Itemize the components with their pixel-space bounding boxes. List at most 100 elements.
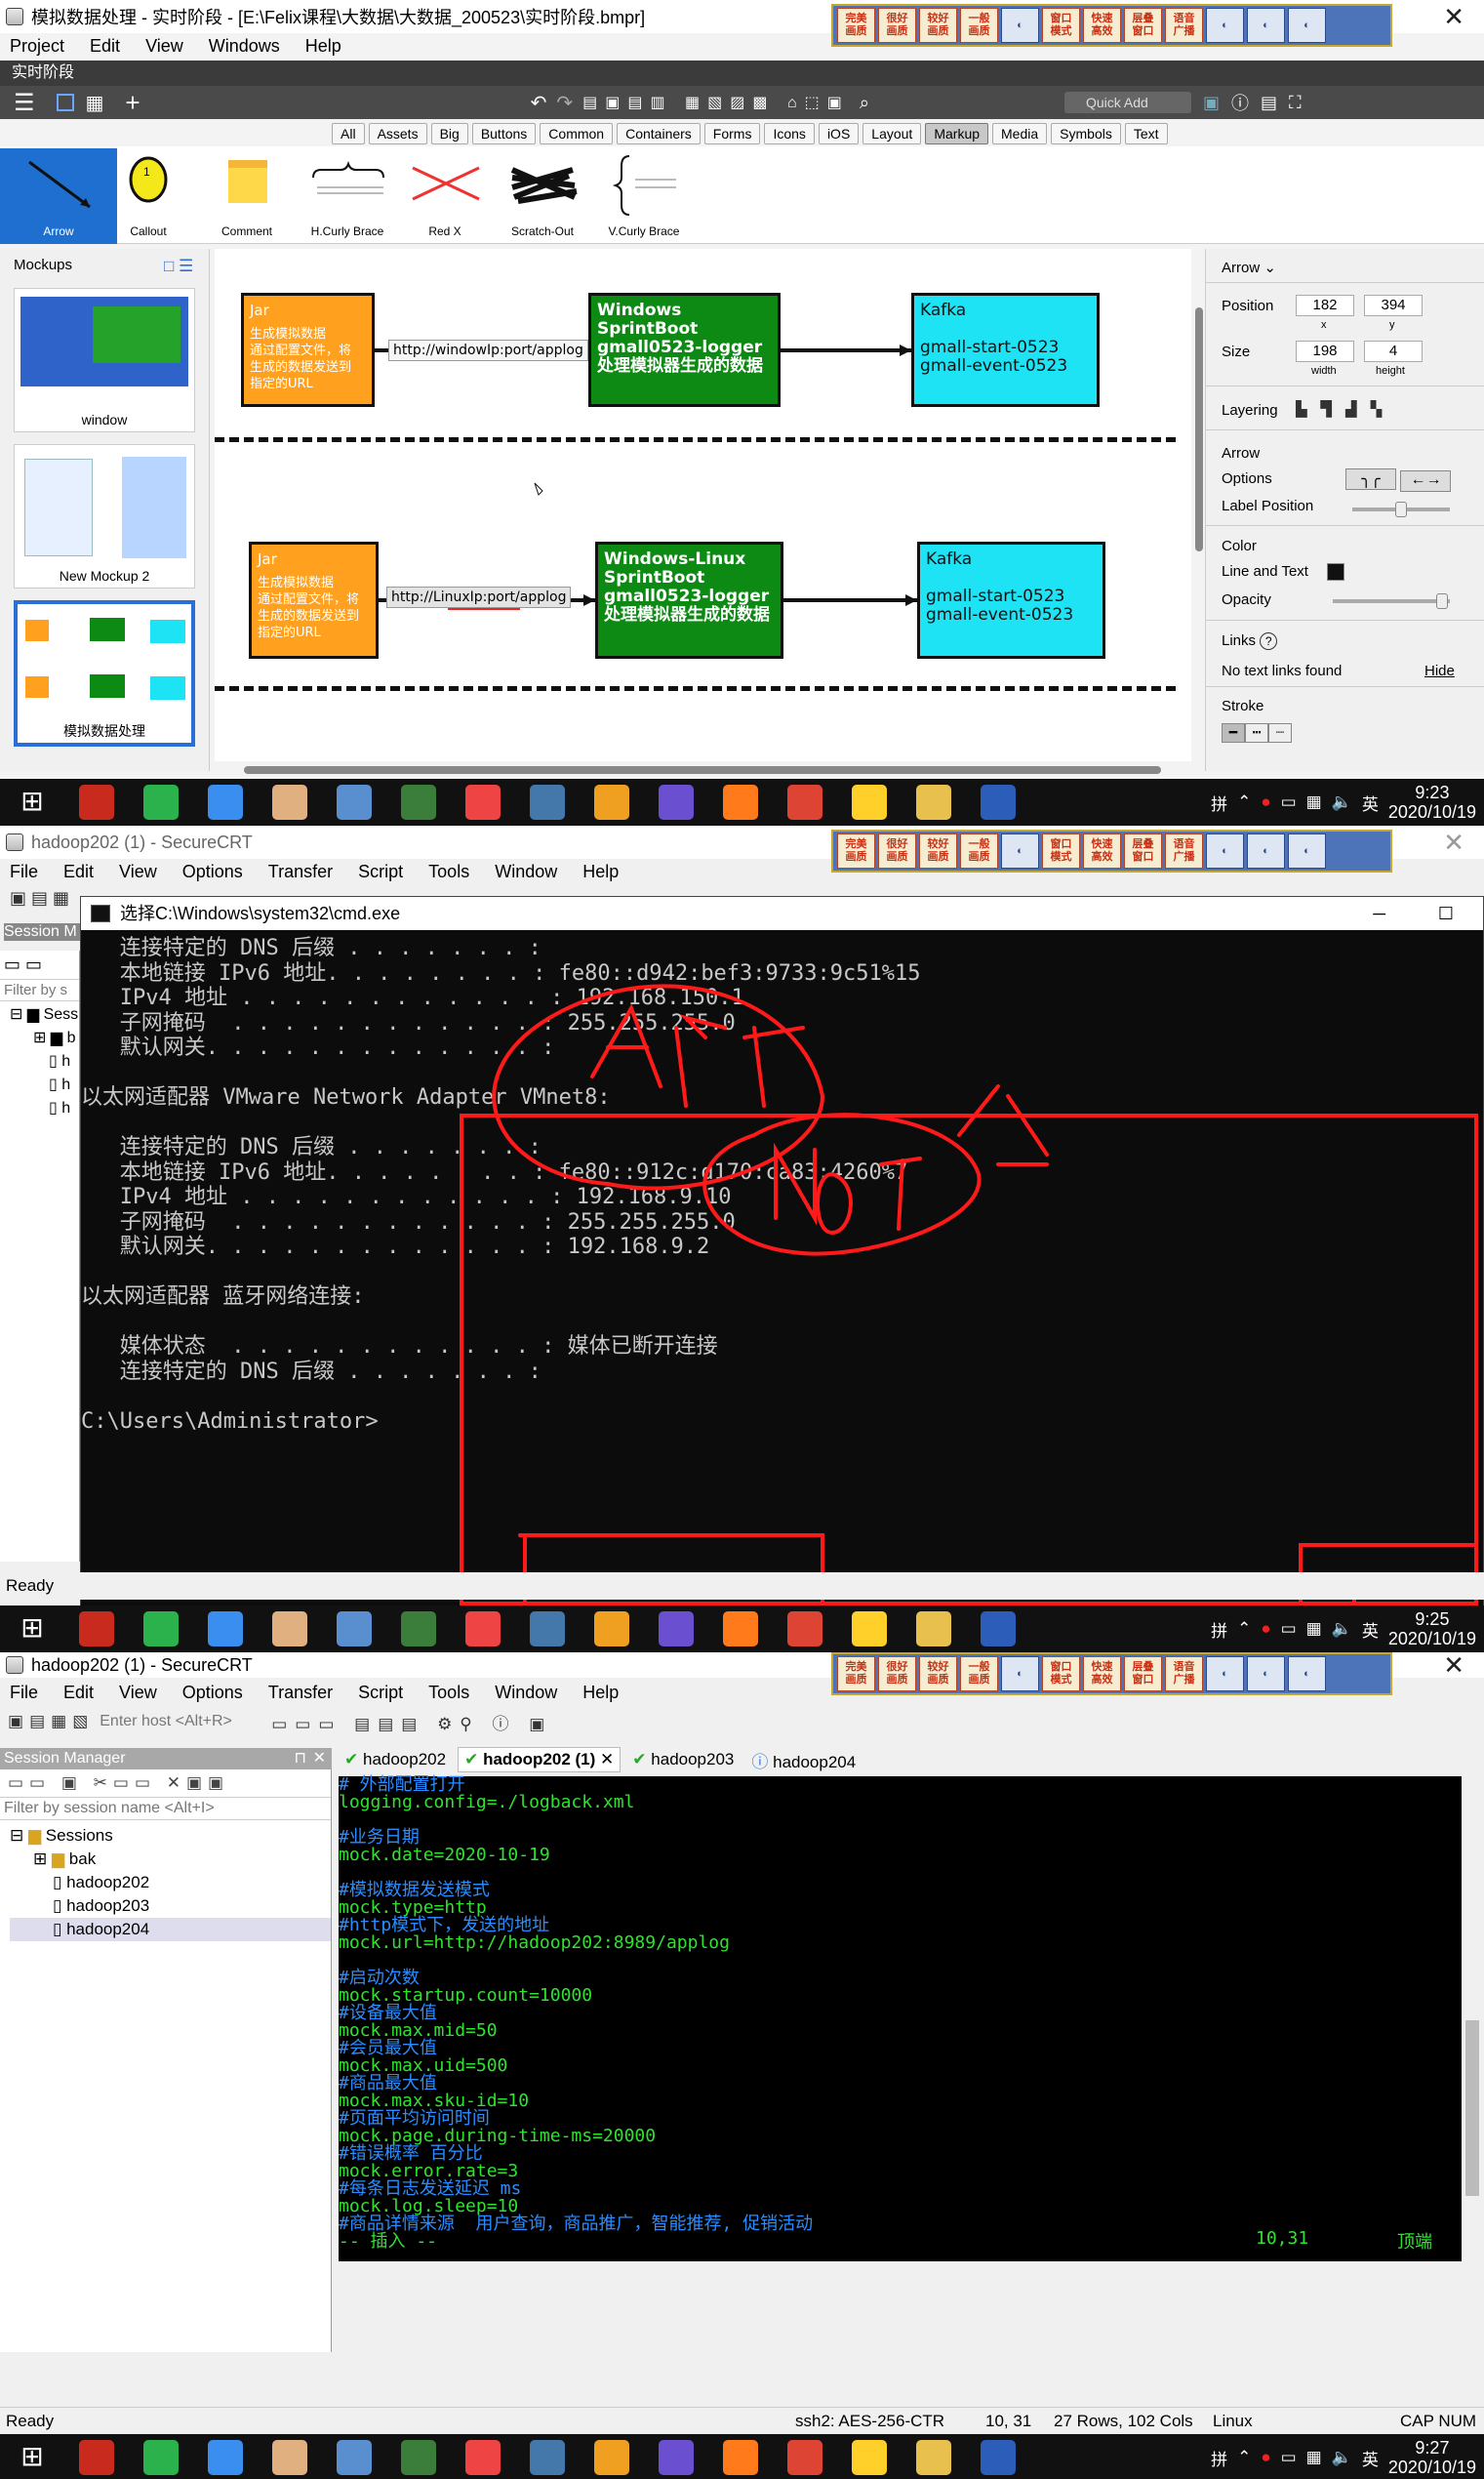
filter-tab[interactable]: Media [992,123,1048,144]
line-color-swatch[interactable] [1327,563,1344,581]
stroke-buttons[interactable]: ━ ┅ ┈ [1222,723,1292,743]
session-filter[interactable]: Filter by s [0,979,79,1001]
ime-lang-icon[interactable]: 拼 [1211,2446,1227,2470]
library-v-curly-brace[interactable]: V.Curly Brace [585,148,702,244]
tree-root[interactable]: ⊟ ▆ Sessions [10,1824,331,1848]
opacity-slider[interactable] [1333,593,1450,609]
baidu-netdisk-icon[interactable] [208,785,243,820]
menu-script[interactable]: Script [358,1683,403,1703]
network-icon[interactable]: ▦ [1306,1619,1322,1639]
filter-tab[interactable]: Symbols [1051,123,1121,144]
tree-item[interactable]: ▯ h [10,1097,79,1120]
minimize-icon[interactable]: ─ [1373,897,1385,930]
face-icon[interactable] [852,785,887,820]
windows-start-icon[interactable]: ⊞ [15,1611,50,1646]
tree-item-hadoop202[interactable]: ▯ hadoop202 [10,1871,331,1894]
screen-icon[interactable] [337,785,372,820]
quick-connect-icon[interactable]: ▤ [29,1712,45,1731]
idea-icon[interactable] [659,785,694,820]
tree-item[interactable]: ▯ h [10,1074,79,1097]
face-icon[interactable] [852,1611,887,1646]
close-icon[interactable]: ✕ [1443,1652,1464,1681]
filter-tab[interactable]: Forms [703,123,761,144]
label-position-slider[interactable] [1352,502,1450,517]
tree-item[interactable]: ▯ h [10,1050,79,1074]
maximize-icon[interactable]: ☐ [1438,897,1454,930]
close-icon[interactable]: ✕ [1443,828,1464,858]
green-icon[interactable] [401,2440,436,2475]
menu-transfer[interactable]: Transfer [268,862,333,882]
clock[interactable]: 9:25 2020/10/19 [1388,1609,1476,1648]
linux-server-box[interactable]: Windows-Linux SprintBoot gmall0523-logge… [595,542,783,659]
filter-tab[interactable]: All [332,123,365,144]
capture-icon[interactable] [530,1611,565,1646]
library-comment[interactable]: Comment [188,148,305,244]
redo-icon[interactable]: ↷ [556,91,573,115]
add-icon[interactable]: + [125,88,140,118]
avatar-icon[interactable] [272,1611,307,1646]
filter-tab[interactable]: Big [430,123,468,144]
folder-icon[interactable] [916,1611,951,1646]
hide-link[interactable]: Hide [1424,663,1455,679]
face-icon[interactable] [852,2440,887,2475]
search-icon[interactable]: ⌕ [860,93,869,113]
tree-item-hadoop203[interactable]: ▯ hadoop203 [10,1894,331,1918]
filter-tab[interactable]: Icons [764,123,815,144]
menu-tools[interactable]: Tools [428,862,469,882]
session-filter-input[interactable]: Filter by session name <Alt+I> [0,1797,331,1820]
game-icon[interactable] [79,785,114,820]
game-icon[interactable] [79,2440,114,2475]
menu-file[interactable]: File [10,862,38,882]
record-icon[interactable]: ● [1261,792,1270,812]
balsamiq-icon[interactable] [465,785,501,820]
layering-icons[interactable]: ▙▜▟▚ [1296,400,1395,418]
mockup-canvas[interactable]: Jar 生成模拟数据 通过配置文件，将 生成的数据发送到 指定的URL Wind… [215,249,1203,774]
volume-icon[interactable]: 🔈 [1332,2448,1352,2467]
menu-edit[interactable]: Edit [63,862,94,882]
notes-icon[interactable]: ▤ [1261,93,1277,113]
firefox-icon[interactable] [723,1611,758,1646]
kafka-box-2[interactable]: Kafka gmall-start-0523 gmall-event-0523 [917,542,1105,659]
avatar-icon[interactable] [272,2440,307,2475]
ime-lang-icon[interactable]: 拼 [1211,791,1227,815]
menu-window[interactable]: Window [495,1683,557,1703]
menu-project[interactable]: Project [10,36,64,57]
green-icon[interactable] [401,1611,436,1646]
baidu-netdisk-icon[interactable] [208,1611,243,1646]
input-icon[interactable]: 英 [1362,1617,1379,1642]
chrome-icon[interactable] [787,785,822,820]
input-icon[interactable]: 英 [1362,2446,1379,2470]
screen-icon[interactable] [337,2440,372,2475]
menu-windows[interactable]: Windows [209,36,280,57]
jar-box-2[interactable]: Jar 生成模拟数据 通过配置文件，将 生成的数据发送到 指定的URL [249,542,379,659]
filter-tab[interactable]: Layout [862,123,922,144]
menu-help[interactable]: Help [582,862,619,882]
menu-transfer[interactable]: Transfer [268,1683,333,1703]
tree-root[interactable]: ⊟ ▆ Sess [10,1003,79,1027]
image-icon[interactable]: ▣ [1203,93,1220,113]
quick-add-field[interactable]: Quick Add [1063,92,1191,113]
menu-tools[interactable]: Tools [428,1683,469,1703]
chevron-up-icon[interactable]: ⌃ [1237,1619,1251,1639]
wechat-icon[interactable] [143,1611,179,1646]
panel-toggle-icon[interactable] [56,94,74,111]
explorer-icon[interactable] [594,1611,629,1646]
word-icon[interactable] [981,785,1016,820]
filter-tab[interactable]: Text [1124,123,1168,144]
firefox-icon[interactable] [723,785,758,820]
wechat-icon[interactable] [143,785,179,820]
balsamiq-icon[interactable] [465,1611,501,1646]
tab-hadoop202-1[interactable]: ✔ hadoop202 (1) ✕ [458,1747,622,1772]
menu-view[interactable]: View [145,36,183,57]
input-icon[interactable]: 英 [1362,791,1379,815]
filter-tab[interactable]: Buttons [471,123,537,144]
position-x-input[interactable]: 182 [1296,295,1354,316]
terminal-scrollbar[interactable] [1462,1776,1484,2261]
edit-icons[interactable]: ▭▭▭ ▤▤▤ ⚙⚲ ⓘ ▣ [271,1710,552,1734]
menu-help[interactable]: Help [305,36,341,57]
vim-terminal[interactable]: # 外部配置打开 logging.config=./logback.xml #业务日… [339,1776,1484,2261]
tab-hadoop203[interactable]: ✔ hadoop203 [626,1748,740,1771]
tree-item-hadoop204[interactable]: ▯ hadoop204 [10,1918,331,1941]
record-icon[interactable]: ● [1261,2448,1270,2467]
grid-view-icon[interactable]: ▦ [86,91,104,115]
